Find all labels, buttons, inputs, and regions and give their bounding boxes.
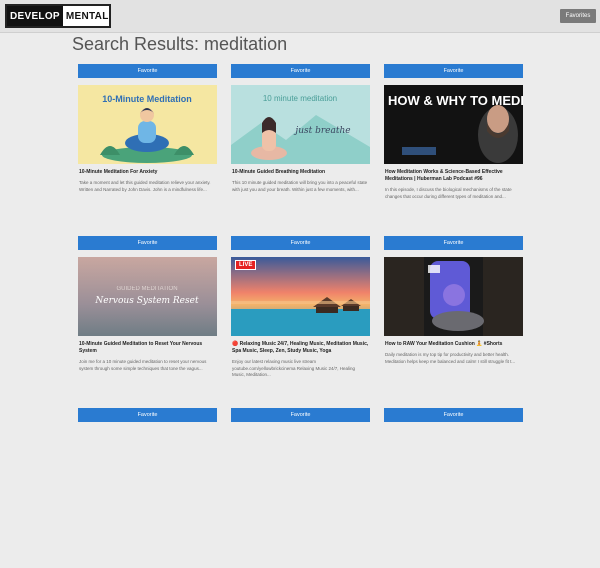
thumb-caption: HOW & WHY TO MEDITATE — [388, 93, 523, 108]
favorite-button[interactable]: Favorite — [231, 408, 370, 422]
result-card: Favorite — [231, 408, 370, 568]
video-title[interactable]: How to RAW Your Meditation Cushion 🧘 #Sh… — [385, 341, 522, 348]
nervous-system-thumbnail-art: GUIDED MEDITATION Nervous System Reset — [78, 257, 217, 336]
favorite-button[interactable]: Favorite — [384, 408, 523, 422]
thumb-subcaption: just breathe — [293, 126, 350, 136]
favorite-button[interactable]: Favorite — [384, 236, 523, 250]
live-badge: LIVE — [235, 260, 257, 270]
video-description: Join me for a 10 minute guided meditatio… — [79, 359, 207, 371]
logo-light-part: MENTAL — [65, 10, 109, 22]
result-card: Favorite 10 minute meditation just breat… — [231, 64, 370, 224]
video-title[interactable]: 🔴 Relaxing Music 24/7, Healing Music, Me… — [232, 341, 369, 355]
result-card: Favorite How to RAW Your Meditation Cush… — [384, 236, 523, 396]
result-card: Favorite LIVE 🔴 Relaxing Music 24/7, Hea… — [231, 236, 370, 396]
video-title[interactable]: 10-Minute Meditation For Anxiety — [79, 169, 216, 176]
favorite-button[interactable]: Favorite — [231, 64, 370, 78]
breathing-illustration: 10 minute meditation just breathe — [231, 85, 370, 164]
video-title[interactable]: How Meditation Works & Science-Based Eff… — [385, 169, 522, 183]
video-description: Take a moment and let this guided medita… — [79, 180, 211, 192]
result-card: Favorite — [384, 408, 523, 568]
site-logo[interactable]: DEVELOP MENTAL — [5, 4, 111, 28]
favorite-button[interactable]: Favorite — [231, 236, 370, 250]
video-thumbnail[interactable]: GUIDED MEDITATION Nervous System Reset — [78, 257, 217, 336]
thumb-subcaption: Nervous System Reset — [94, 296, 199, 306]
video-thumbnail[interactable]: 10-Minute Meditation — [78, 85, 217, 164]
video-title[interactable]: 10-Minute Guided Meditation to Reset You… — [79, 341, 216, 355]
video-thumbnail[interactable]: LIVE — [231, 257, 370, 336]
video-thumbnail[interactable] — [384, 257, 523, 336]
podcast-thumbnail-art: HOW & WHY TO MEDITATE — [384, 85, 523, 164]
result-card: Favorite — [78, 408, 217, 568]
thumb-caption: GUIDED MEDITATION — [116, 286, 177, 292]
favorite-button[interactable]: Favorite — [78, 64, 217, 78]
favorite-button[interactable]: Favorite — [78, 236, 217, 250]
video-description: Enjoy our latest relaxing music live str… — [232, 359, 356, 377]
video-description: This 10 minute guided meditation will br… — [232, 180, 368, 192]
page-title: Search Results: meditation — [72, 34, 288, 54]
result-card: Favorite 10-Minute Meditation 10-Minute … — [78, 64, 217, 224]
favorite-button[interactable]: Favorite — [78, 408, 217, 422]
video-thumbnail[interactable]: HOW & WHY TO MEDITATE — [384, 85, 523, 164]
thumb-caption: 10 minute meditation — [263, 94, 337, 103]
meditation-illustration: 10-Minute Meditation — [78, 85, 217, 164]
top-bar: DEVELOP MENTAL Favorites — [0, 0, 600, 33]
video-title[interactable]: 10-Minute Guided Breathing Meditation — [232, 169, 369, 176]
favorites-nav-button[interactable]: Favorites — [560, 9, 596, 23]
video-thumbnail[interactable]: 10 minute meditation just breathe — [231, 85, 370, 164]
thumb-caption: 10-Minute Meditation — [102, 94, 192, 104]
result-card: Favorite GUIDED MEDITATION Nervous Syste… — [78, 236, 217, 396]
favorite-button[interactable]: Favorite — [384, 64, 523, 78]
logo-dark-part: DEVELOP — [7, 6, 63, 26]
video-description: Daily meditation is my top tip for produ… — [385, 352, 516, 364]
result-card: Favorite HOW & WHY TO MEDITATE How Medit… — [384, 64, 523, 224]
video-description: In this episode, I discuss the biologica… — [385, 187, 512, 199]
cushion-video-art — [384, 257, 523, 336]
